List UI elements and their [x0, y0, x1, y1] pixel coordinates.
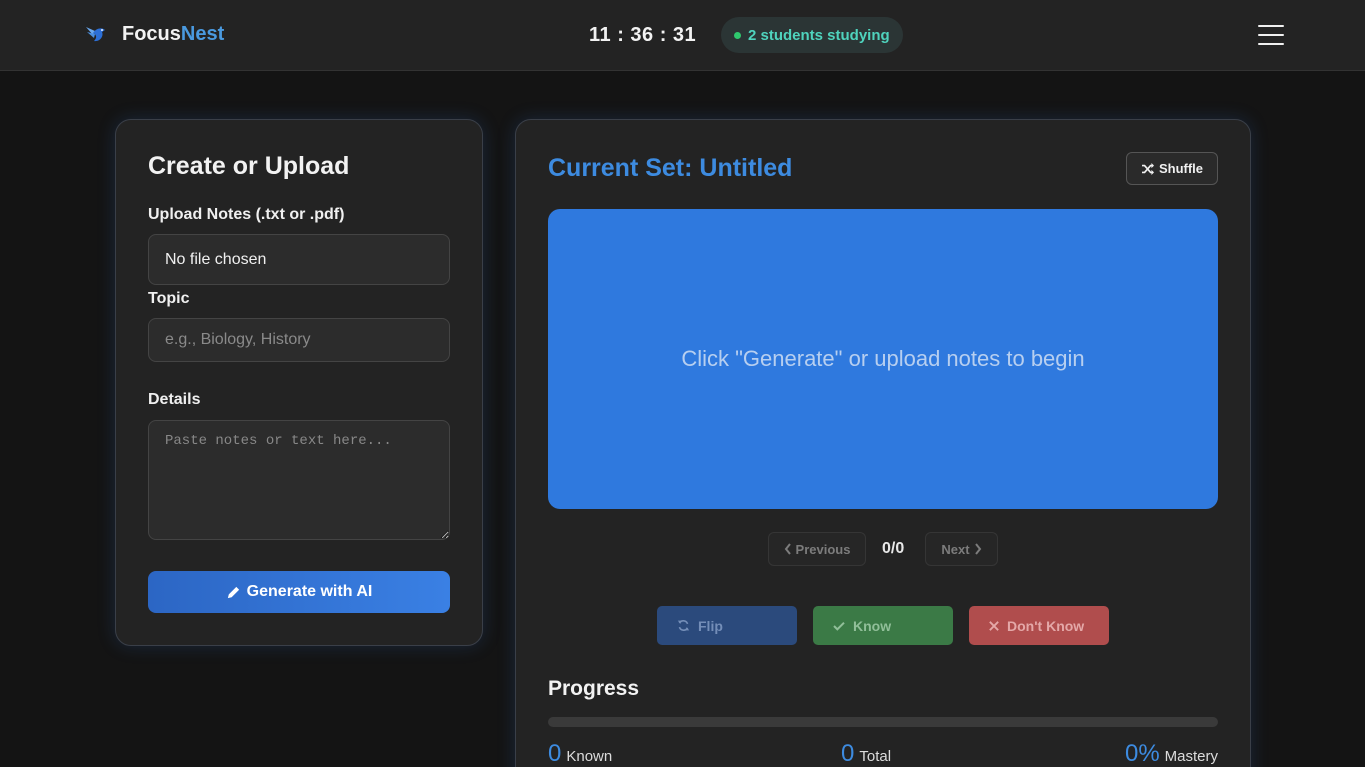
shuffle-icon [1141, 162, 1154, 175]
progress-bar [548, 717, 1218, 727]
generate-ai-button[interactable]: Generate with AI [148, 571, 450, 613]
topic-input[interactable] [148, 318, 450, 362]
study-timer: 11 : 36 : 31 [589, 24, 697, 46]
next-label: Next [941, 541, 970, 557]
flashcard[interactable]: Click "Generate" or upload notes to begi… [548, 209, 1218, 509]
total-value: 0 [841, 740, 855, 767]
bird-logo-icon [86, 27, 105, 42]
pencil-icon [227, 586, 239, 598]
chevron-right-icon [974, 543, 981, 555]
previous-label: Previous [795, 541, 851, 557]
know-button[interactable]: Know [813, 606, 953, 645]
status-text: 2 students studying [748, 26, 890, 44]
dont-know-button[interactable]: Don't Know [969, 606, 1109, 645]
known-value: 0 [548, 740, 562, 767]
brand[interactable]: FocusNest [84, 22, 224, 46]
next-button[interactable]: Next [925, 532, 998, 566]
sync-icon [677, 620, 690, 631]
brand-name: FocusNest [122, 22, 225, 45]
generate-label: Generate with AI [246, 583, 373, 600]
current-set-title: Current Set: Untitled [548, 154, 793, 182]
mastery-value: 0% [1124, 740, 1160, 767]
flashcard-panel: Current Set: Untitled Shuffle Click "Gen… [515, 119, 1251, 767]
file-upload-input[interactable]: No file chosen [148, 234, 450, 285]
topic-label: Topic [148, 290, 190, 307]
know-label: Know [853, 617, 892, 634]
card-counter: 0/0 [882, 540, 905, 557]
menu-bar-icon [1258, 43, 1284, 45]
check-icon [833, 621, 845, 631]
flip-button[interactable]: Flip [657, 606, 797, 645]
flashcard-text: Click "Generate" or upload notes to begi… [681, 346, 1085, 371]
hamburger-menu-button[interactable] [1258, 25, 1284, 45]
progress-title: Progress [548, 677, 640, 700]
total-label: Total [859, 748, 892, 765]
chevron-left-icon [784, 543, 791, 555]
flip-label: Flip [698, 617, 723, 634]
mastery-stat: 0% Mastery [1125, 740, 1218, 767]
x-mark-icon [989, 620, 999, 631]
top-bar: FocusNest 11 : 36 : 31 2 students studyi… [0, 0, 1365, 71]
total-stat: 0 Total [841, 740, 891, 767]
online-dot-icon [734, 31, 741, 39]
dont-know-label: Don't Know [1007, 617, 1085, 634]
known-stat: 0 Known [548, 740, 612, 767]
shuffle-label: Shuffle [1158, 161, 1204, 176]
mastery-label: Mastery [1164, 748, 1218, 765]
create-upload-panel: Create or Upload Upload Notes (.txt or .… [115, 119, 483, 646]
panel-title: Create or Upload [148, 152, 350, 180]
details-textarea[interactable] [148, 420, 450, 540]
previous-button[interactable]: Previous [768, 532, 866, 566]
known-label: Known [566, 748, 613, 765]
menu-bar-icon [1258, 25, 1284, 27]
shuffle-button[interactable]: Shuffle [1126, 152, 1218, 185]
online-status-badge: 2 students studying [721, 17, 903, 53]
menu-bar-icon [1258, 34, 1284, 36]
upload-label: Upload Notes (.txt or .pdf) [148, 206, 345, 223]
details-label: Details [148, 391, 201, 408]
